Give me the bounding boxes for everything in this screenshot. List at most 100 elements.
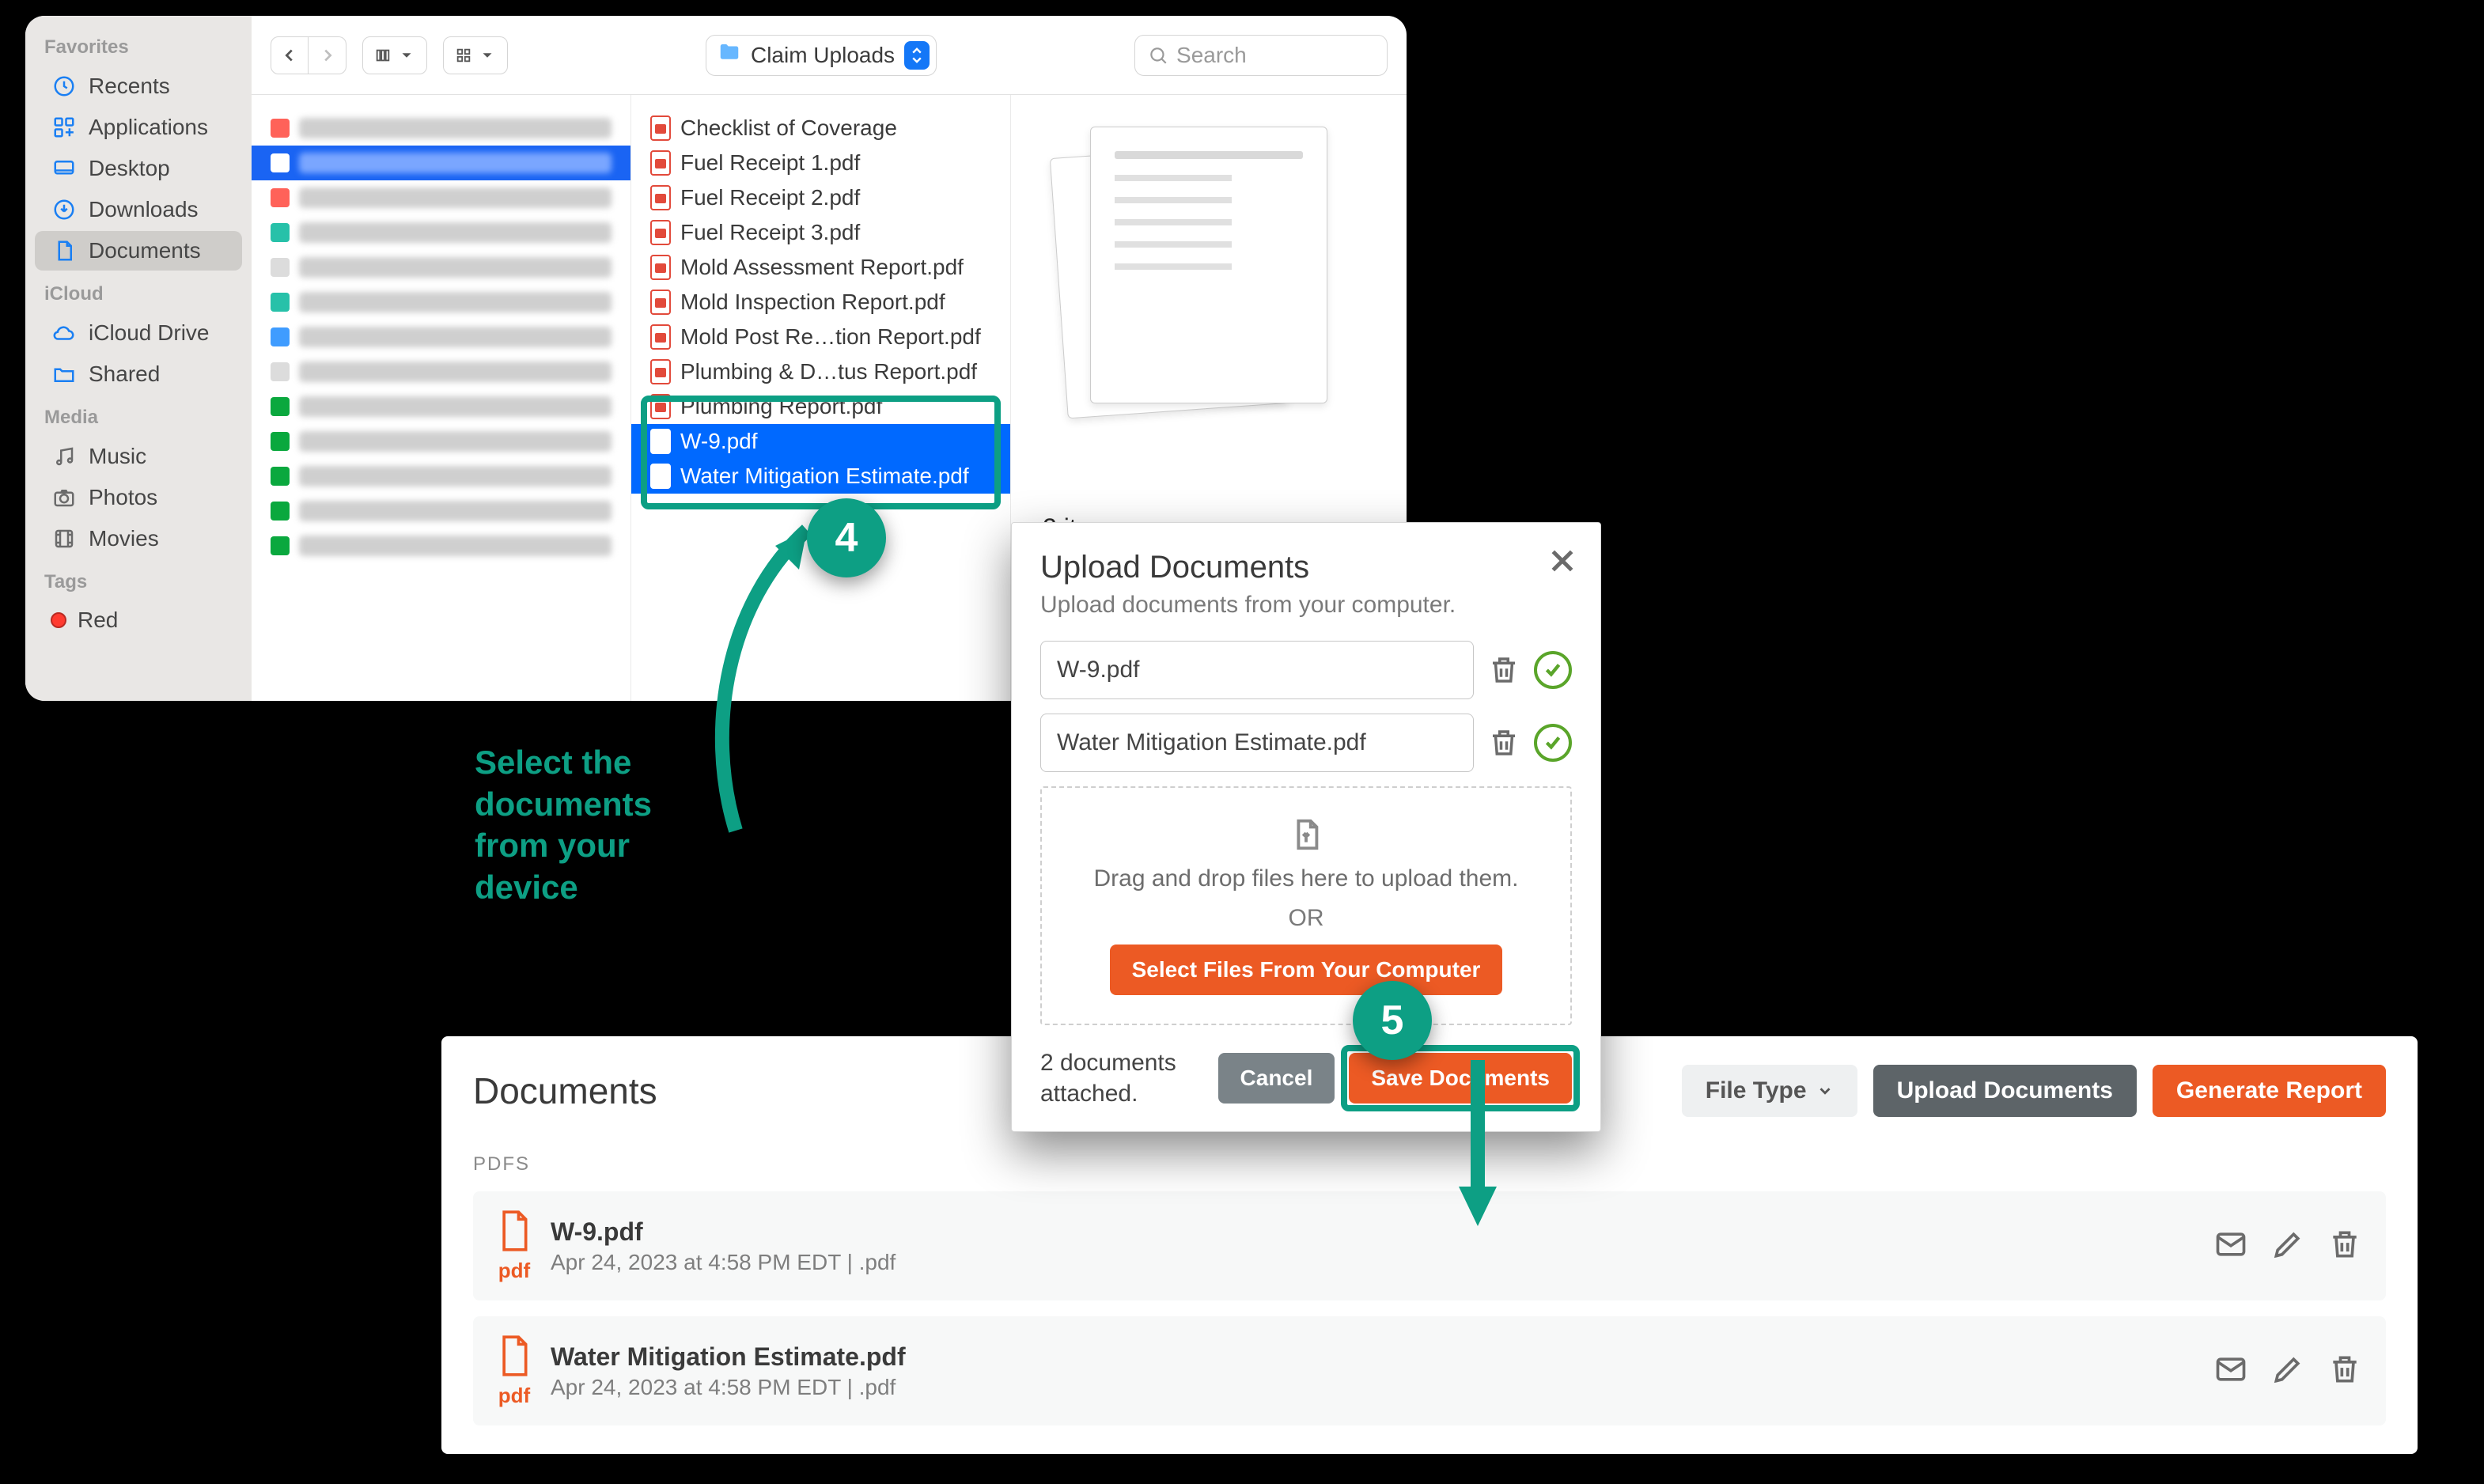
list-item[interactable]	[252, 285, 630, 320]
delete-file-button[interactable]	[1485, 724, 1523, 762]
dropzone-or: OR	[1058, 905, 1554, 932]
pdf-icon	[650, 394, 671, 419]
generate-report-button[interactable]: Generate Report	[2153, 1065, 2386, 1117]
edit-document-button[interactable]	[2270, 1352, 2305, 1391]
close-icon	[1547, 545, 1578, 577]
list-item[interactable]	[252, 528, 630, 563]
dropzone-text: Drag and drop files here to upload them.	[1058, 865, 1554, 892]
film-icon	[51, 525, 78, 552]
file-row[interactable]: Mold Post Re…tion Report.pdf	[631, 320, 1010, 354]
document-name: W-9.pdf	[551, 1217, 896, 1247]
pdf-file-icon	[497, 1209, 532, 1257]
email-document-button[interactable]	[2213, 1352, 2248, 1391]
sidebar-section-favorites: Favorites	[25, 25, 252, 65]
document-icon	[51, 237, 78, 264]
pencil-icon	[2270, 1352, 2305, 1387]
sidebar-item-label: Music	[89, 444, 146, 469]
docs-subhead: PDFS	[473, 1153, 2386, 1175]
upload-documents-button[interactable]: Upload Documents	[1873, 1065, 2137, 1117]
sidebar-item-downloads[interactable]: Downloads	[35, 190, 242, 229]
sidebar-item-recents[interactable]: Recents	[35, 66, 242, 106]
edit-document-button[interactable]	[2270, 1227, 2305, 1266]
search-input[interactable]: Search	[1134, 35, 1388, 76]
back-button[interactable]	[271, 36, 309, 74]
document-card[interactable]: pdfWater Mitigation Estimate.pdfApr 24, …	[473, 1316, 2386, 1425]
file-row[interactable]: Checklist of Coverage	[631, 111, 1010, 146]
list-item[interactable]	[252, 354, 630, 389]
document-card[interactable]: pdfW-9.pdfApr 24, 2023 at 4:58 PM EDT | …	[473, 1191, 2386, 1300]
file-type-filter[interactable]: File Type	[1682, 1065, 1857, 1117]
sidebar-item-label: Photos	[89, 485, 157, 510]
file-name: Fuel Receipt 3.pdf	[680, 220, 860, 245]
file-row[interactable]: Plumbing Report.pdf	[631, 389, 1010, 424]
forward-button[interactable]	[309, 36, 346, 74]
search-placeholder: Search	[1176, 43, 1247, 68]
group-by-button[interactable]	[443, 36, 508, 74]
list-item[interactable]	[252, 459, 630, 494]
desktop-icon	[51, 155, 78, 182]
sidebar-item-desktop[interactable]: Desktop	[35, 149, 242, 188]
list-item[interactable]	[252, 111, 630, 146]
pdf-icon	[650, 464, 671, 489]
pdf-icon	[650, 150, 671, 176]
file-name: Mold Assessment Report.pdf	[680, 255, 964, 280]
list-item[interactable]	[252, 146, 630, 180]
sidebar-item-music[interactable]: Music	[35, 437, 242, 476]
mail-icon	[2213, 1227, 2248, 1262]
list-item[interactable]	[252, 494, 630, 528]
document-meta: Apr 24, 2023 at 4:58 PM EDT | .pdf	[551, 1250, 896, 1275]
chevron-down-icon	[1816, 1082, 1834, 1100]
uploaded-file-row: W-9.pdf	[1040, 641, 1572, 699]
list-item[interactable]	[252, 389, 630, 424]
finder-sidebar: Favorites Recents Applications Desktop D…	[25, 16, 252, 701]
file-row[interactable]: Mold Assessment Report.pdf	[631, 250, 1010, 285]
file-row[interactable]: Plumbing & D…tus Report.pdf	[631, 354, 1010, 389]
sidebar-item-photos[interactable]: Photos	[35, 478, 242, 517]
list-item[interactable]	[252, 215, 630, 250]
dialog-title: Upload Documents	[1040, 550, 1572, 585]
cancel-button[interactable]: Cancel	[1218, 1053, 1335, 1104]
list-item[interactable]	[252, 424, 630, 459]
file-row[interactable]: Mold Inspection Report.pdf	[631, 285, 1010, 320]
sidebar-item-tag-red[interactable]: Red	[35, 601, 242, 639]
trash-icon	[2327, 1227, 2362, 1262]
annotation-select-documents: Select the documents from your device	[475, 742, 712, 908]
list-item[interactable]	[252, 180, 630, 215]
nav-buttons	[271, 36, 346, 74]
delete-document-button[interactable]	[2327, 1352, 2362, 1391]
attached-count: 2 documents attached.	[1040, 1047, 1204, 1109]
sidebar-item-label: Downloads	[89, 197, 199, 222]
finder-toolbar: Claim Uploads Search	[252, 16, 1407, 95]
mail-icon	[2213, 1352, 2248, 1387]
sidebar-item-icloud-drive[interactable]: iCloud Drive	[35, 313, 242, 353]
dropzone[interactable]: Drag and drop files here to upload them.…	[1040, 786, 1572, 1025]
upload-file-icon	[1058, 816, 1554, 859]
file-row[interactable]: Fuel Receipt 2.pdf	[631, 180, 1010, 215]
list-item[interactable]	[252, 250, 630, 285]
file-row[interactable]: Fuel Receipt 3.pdf	[631, 215, 1010, 250]
document-meta: Apr 24, 2023 at 4:58 PM EDT | .pdf	[551, 1375, 906, 1400]
apps-icon	[51, 114, 78, 141]
email-document-button[interactable]	[2213, 1227, 2248, 1266]
file-name: Water Mitigation Estimate.pdf	[680, 464, 969, 489]
file-name: Mold Inspection Report.pdf	[680, 290, 945, 315]
file-row[interactable]: W-9.pdf	[631, 424, 1010, 459]
sidebar-item-applications[interactable]: Applications	[35, 108, 242, 147]
select-files-button[interactable]: Select Files From Your Computer	[1110, 945, 1503, 995]
sidebar-item-movies[interactable]: Movies	[35, 519, 242, 558]
tag-red-icon	[51, 612, 66, 628]
close-button[interactable]	[1547, 545, 1578, 583]
sidebar-item-shared[interactable]: Shared	[35, 354, 242, 394]
delete-document-button[interactable]	[2327, 1227, 2362, 1266]
sidebar-item-label: Red	[78, 608, 118, 633]
up-down-icon	[904, 41, 930, 70]
sidebar-item-label: Desktop	[89, 156, 170, 181]
delete-file-button[interactable]	[1485, 651, 1523, 689]
list-item[interactable]	[252, 320, 630, 354]
sidebar-item-documents[interactable]: Documents	[35, 231, 242, 271]
file-row[interactable]: Water Mitigation Estimate.pdf	[631, 459, 1010, 494]
folder-path-selector[interactable]: Claim Uploads	[706, 35, 937, 76]
file-row[interactable]: Fuel Receipt 1.pdf	[631, 146, 1010, 180]
view-mode-button[interactable]	[362, 36, 427, 74]
uploaded-file-name: W-9.pdf	[1040, 641, 1474, 699]
